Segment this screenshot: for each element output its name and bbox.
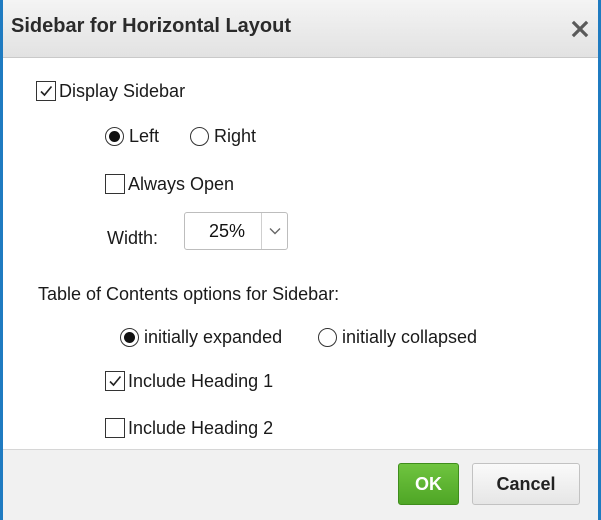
ok-button[interactable]: OK xyxy=(398,463,459,505)
radio-selected-dot xyxy=(109,130,120,142)
heading2-label: Include Heading 2 xyxy=(128,417,274,438)
width-label: Width: xyxy=(107,227,159,248)
toc-expanded-option[interactable]: initially expanded xyxy=(120,325,282,349)
position-right-label: Right xyxy=(214,125,257,146)
heading1-checkbox[interactable] xyxy=(105,371,125,391)
position-left-option[interactable]: Left xyxy=(105,124,159,148)
width-select-value: 25% xyxy=(208,220,246,241)
dialog-footer: OK Cancel xyxy=(3,449,598,520)
checkmark-icon xyxy=(40,85,53,97)
toc-expanded-label: initially expanded xyxy=(144,326,283,347)
toc-collapsed-option[interactable]: initially collapsed xyxy=(318,325,477,349)
always-open-checkbox[interactable] xyxy=(105,174,125,194)
toc-expanded-radio[interactable] xyxy=(120,327,139,347)
dialog-body: Display Sidebar Left Right Always Open W… xyxy=(3,59,598,449)
position-right-option[interactable]: Right xyxy=(190,124,256,148)
display-sidebar-label: Display Sidebar xyxy=(59,80,186,101)
display-sidebar-option[interactable]: Display Sidebar xyxy=(36,79,185,103)
heading2-checkbox[interactable] xyxy=(105,418,125,438)
dialog-titlebar: Sidebar for Horizontal Layout xyxy=(3,0,598,58)
always-open-label: Always Open xyxy=(128,173,235,194)
position-right-radio[interactable] xyxy=(190,126,209,146)
checkmark-icon xyxy=(109,375,122,387)
sidebar-dialog: Sidebar for Horizontal Layout Display Si… xyxy=(0,0,601,520)
display-sidebar-checkbox[interactable] xyxy=(36,81,56,101)
toc-collapsed-radio[interactable] xyxy=(318,327,337,347)
always-open-option[interactable]: Always Open xyxy=(105,172,234,196)
toc-heading: Table of Contents options for Sidebar: xyxy=(38,283,340,304)
width-label-row: Width: xyxy=(107,226,158,250)
position-left-radio[interactable] xyxy=(105,126,124,146)
toc-heading-row: Table of Contents options for Sidebar: xyxy=(38,282,339,306)
width-select[interactable]: 25% xyxy=(184,212,288,250)
position-left-label: Left xyxy=(129,125,160,146)
cancel-button[interactable]: Cancel xyxy=(472,463,580,505)
radio-selected-dot xyxy=(124,331,135,343)
heading2-option[interactable]: Include Heading 2 xyxy=(105,416,273,440)
heading1-label: Include Heading 1 xyxy=(128,370,274,391)
dialog-title: Sidebar for Horizontal Layout xyxy=(11,15,292,37)
close-icon[interactable] xyxy=(569,18,591,40)
heading1-option[interactable]: Include Heading 1 xyxy=(105,369,273,393)
toc-collapsed-label: initially collapsed xyxy=(342,326,478,347)
chevron-down-icon[interactable] xyxy=(261,213,287,249)
